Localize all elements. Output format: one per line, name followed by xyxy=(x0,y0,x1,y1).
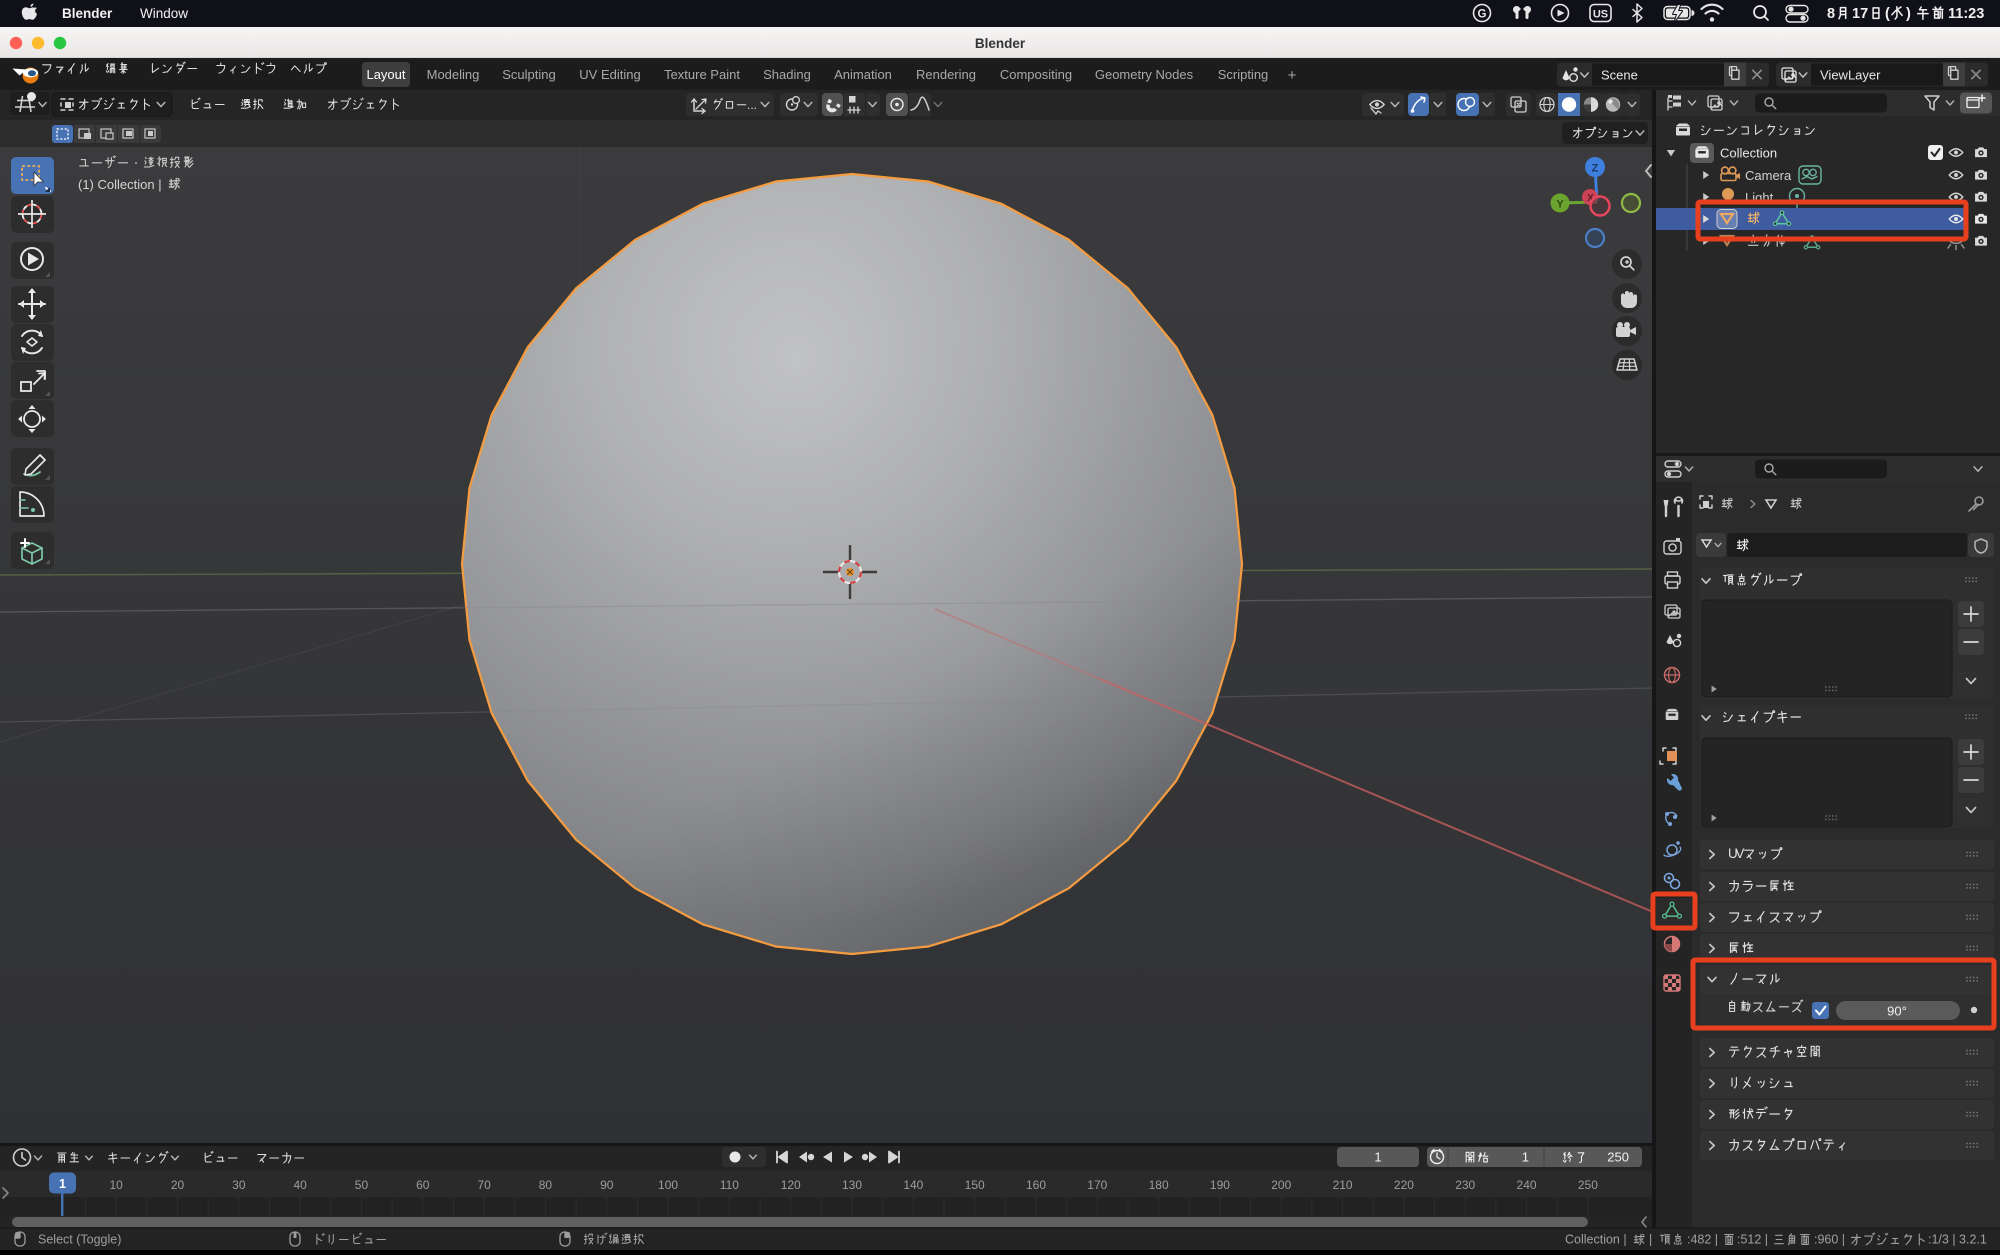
svg-text:Shading: Shading xyxy=(763,67,811,82)
svg-text:G: G xyxy=(1478,9,1487,21)
svg-text:1: 1 xyxy=(1374,1150,1381,1165)
svg-text:240: 240 xyxy=(1517,1178,1537,1192)
svg-text:40: 40 xyxy=(293,1178,307,1192)
svg-text:(1) Collection |: (1) Collection | xyxy=(78,177,162,192)
svg-text::960 |: :960 | xyxy=(1814,1233,1845,1247)
svg-text:80: 80 xyxy=(539,1178,553,1192)
svg-text:50: 50 xyxy=(355,1178,369,1192)
svg-text:Rendering: Rendering xyxy=(916,67,976,82)
svg-text:+: + xyxy=(1288,67,1297,84)
svg-text:180: 180 xyxy=(1149,1178,1169,1192)
svg-text::1/3 | 3.2.1: :1/3 | 3.2.1 xyxy=(1928,1233,1987,1247)
svg-text:(: ( xyxy=(1885,6,1890,22)
svg-text:250: 250 xyxy=(1578,1178,1598,1192)
svg-text:US: US xyxy=(1593,9,1608,21)
svg-text:90°: 90° xyxy=(1887,1004,1907,1019)
svg-text:220: 220 xyxy=(1394,1178,1414,1192)
svg-text:Scene: Scene xyxy=(1601,68,1638,83)
svg-text:1: 1 xyxy=(59,1177,66,1191)
svg-text:Camera: Camera xyxy=(1745,168,1792,183)
svg-text:Sculpting: Sculpting xyxy=(502,67,555,82)
svg-text:70: 70 xyxy=(477,1178,491,1192)
svg-text:8: 8 xyxy=(1827,6,1835,22)
svg-text:Animation: Animation xyxy=(834,67,892,82)
svg-text:V: V xyxy=(1735,846,1744,861)
svg-text:10: 10 xyxy=(110,1178,124,1192)
svg-text:): ) xyxy=(1906,6,1911,22)
svg-text:17: 17 xyxy=(1852,6,1868,22)
svg-text:110: 110 xyxy=(720,1178,739,1192)
svg-text:20: 20 xyxy=(171,1178,185,1192)
svg-text:Compositing: Compositing xyxy=(1000,67,1072,82)
svg-text:|: | xyxy=(1649,1233,1652,1247)
svg-text:Z: Z xyxy=(1592,163,1599,175)
svg-text:Blender: Blender xyxy=(975,36,1026,51)
svg-text:120: 120 xyxy=(781,1178,801,1192)
svg-text:Modeling: Modeling xyxy=(427,67,480,82)
svg-text:UV Editing: UV Editing xyxy=(579,67,640,82)
svg-text:170: 170 xyxy=(1087,1178,1107,1192)
svg-text:100: 100 xyxy=(658,1178,678,1192)
svg-text:90: 90 xyxy=(600,1178,614,1192)
svg-text:230: 230 xyxy=(1455,1178,1475,1192)
svg-text:Blender: Blender xyxy=(62,6,113,21)
svg-text::482 |: :482 | xyxy=(1687,1233,1718,1247)
svg-text:190: 190 xyxy=(1210,1178,1230,1192)
svg-text::512 |: :512 | xyxy=(1737,1233,1768,1247)
svg-text:11:23: 11:23 xyxy=(1948,6,1984,22)
svg-text:Y: Y xyxy=(1556,199,1564,211)
svg-text:1: 1 xyxy=(1522,1150,1529,1165)
svg-text:Collection: Collection xyxy=(1720,146,1777,161)
svg-text:Layout: Layout xyxy=(366,67,405,82)
svg-text:200: 200 xyxy=(1271,1178,1291,1192)
svg-text:130: 130 xyxy=(842,1178,862,1192)
svg-text:...: ... xyxy=(747,98,757,112)
svg-text:140: 140 xyxy=(903,1178,923,1192)
svg-text:150: 150 xyxy=(965,1178,985,1192)
svg-text:Scripting: Scripting xyxy=(1218,67,1269,82)
svg-text:250: 250 xyxy=(1607,1150,1629,1165)
svg-text:Select (Toggle): Select (Toggle) xyxy=(38,1233,121,1247)
svg-text:210: 210 xyxy=(1333,1178,1353,1192)
svg-text:Collection |: Collection | xyxy=(1565,1233,1627,1247)
svg-text:60: 60 xyxy=(416,1178,430,1192)
svg-text:160: 160 xyxy=(1026,1178,1046,1192)
svg-text:ViewLayer: ViewLayer xyxy=(1820,68,1881,83)
svg-text:Window: Window xyxy=(140,6,188,21)
svg-text:Geometry Nodes: Geometry Nodes xyxy=(1095,67,1194,82)
svg-text:30: 30 xyxy=(232,1178,246,1192)
svg-text:Texture Paint: Texture Paint xyxy=(664,67,740,82)
